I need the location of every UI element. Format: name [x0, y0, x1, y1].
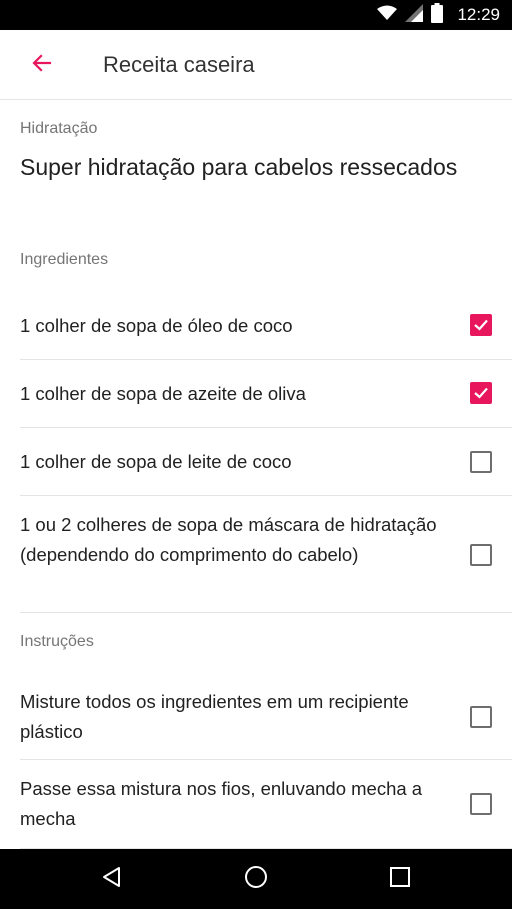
wifi-icon — [377, 5, 398, 26]
ingredient-checkbox[interactable] — [470, 544, 492, 566]
ingredient-text: 1 ou 2 colheres de sopa de máscara de hi… — [20, 514, 437, 565]
arrow-left-icon — [30, 51, 54, 80]
status-icons: 12:29 — [377, 0, 500, 30]
ingredient-text: 1 colher de sopa de óleo de coco — [20, 315, 293, 336]
check-icon — [474, 387, 488, 399]
back-triangle-icon — [101, 866, 123, 893]
recipe-content[interactable]: Hidratação Super hidratação para cabelos… — [0, 101, 512, 849]
ingredient-checkbox[interactable] — [470, 382, 492, 404]
instruction-text: Misture todos os ingredientes em um reci… — [20, 691, 409, 742]
instructions-header: Instruções — [20, 633, 94, 650]
status-bar: 12:29 — [0, 0, 512, 30]
check-icon — [474, 319, 488, 331]
instruction-checkbox[interactable] — [470, 793, 492, 815]
ingredient-checkbox[interactable] — [470, 451, 492, 473]
clock: 12:29 — [457, 5, 500, 24]
ingredient-text: 1 colher de sopa de azeite de oliva — [20, 383, 306, 404]
nav-home-button[interactable] — [236, 859, 276, 899]
nav-recents-button[interactable] — [380, 859, 420, 899]
recents-square-icon — [389, 866, 411, 893]
instruction-row[interactable]: Passe essa mistura nos fios, enluvando m… — [20, 760, 512, 849]
battery-icon — [431, 2, 444, 28]
ingredient-text: 1 colher de sopa de leite de coco — [20, 451, 292, 472]
instruction-row[interactable]: Misture todos os ingredientes em um reci… — [20, 673, 512, 760]
ingredient-row[interactable]: 1 colher de sopa de leite de coco — [20, 428, 512, 496]
instruction-checkbox[interactable] — [470, 706, 492, 728]
ingredients-header: Ingredientes — [20, 251, 109, 268]
ingredient-row[interactable]: 1 ou 2 colheres de sopa de máscara de hi… — [20, 496, 512, 613]
page-title: Receita caseira — [103, 52, 255, 77]
home-circle-icon — [244, 865, 268, 894]
app-bar: Receita caseira — [0, 30, 512, 100]
ingredient-checkbox[interactable] — [470, 314, 492, 336]
recipe-category: Hidratação — [20, 120, 98, 137]
signal-icon — [405, 3, 424, 27]
instruction-text: Passe essa mistura nos fios, enluvando m… — [20, 778, 423, 829]
nav-back-button[interactable] — [92, 859, 132, 899]
ingredient-row[interactable]: 1 colher de sopa de azeite de oliva — [20, 360, 512, 428]
system-nav-bar — [0, 849, 512, 909]
back-button[interactable] — [22, 47, 62, 83]
recipe-title: Super hidratação para cabelos ressecados — [20, 154, 458, 180]
ingredient-row[interactable]: 1 colher de sopa de óleo de coco — [20, 291, 512, 360]
